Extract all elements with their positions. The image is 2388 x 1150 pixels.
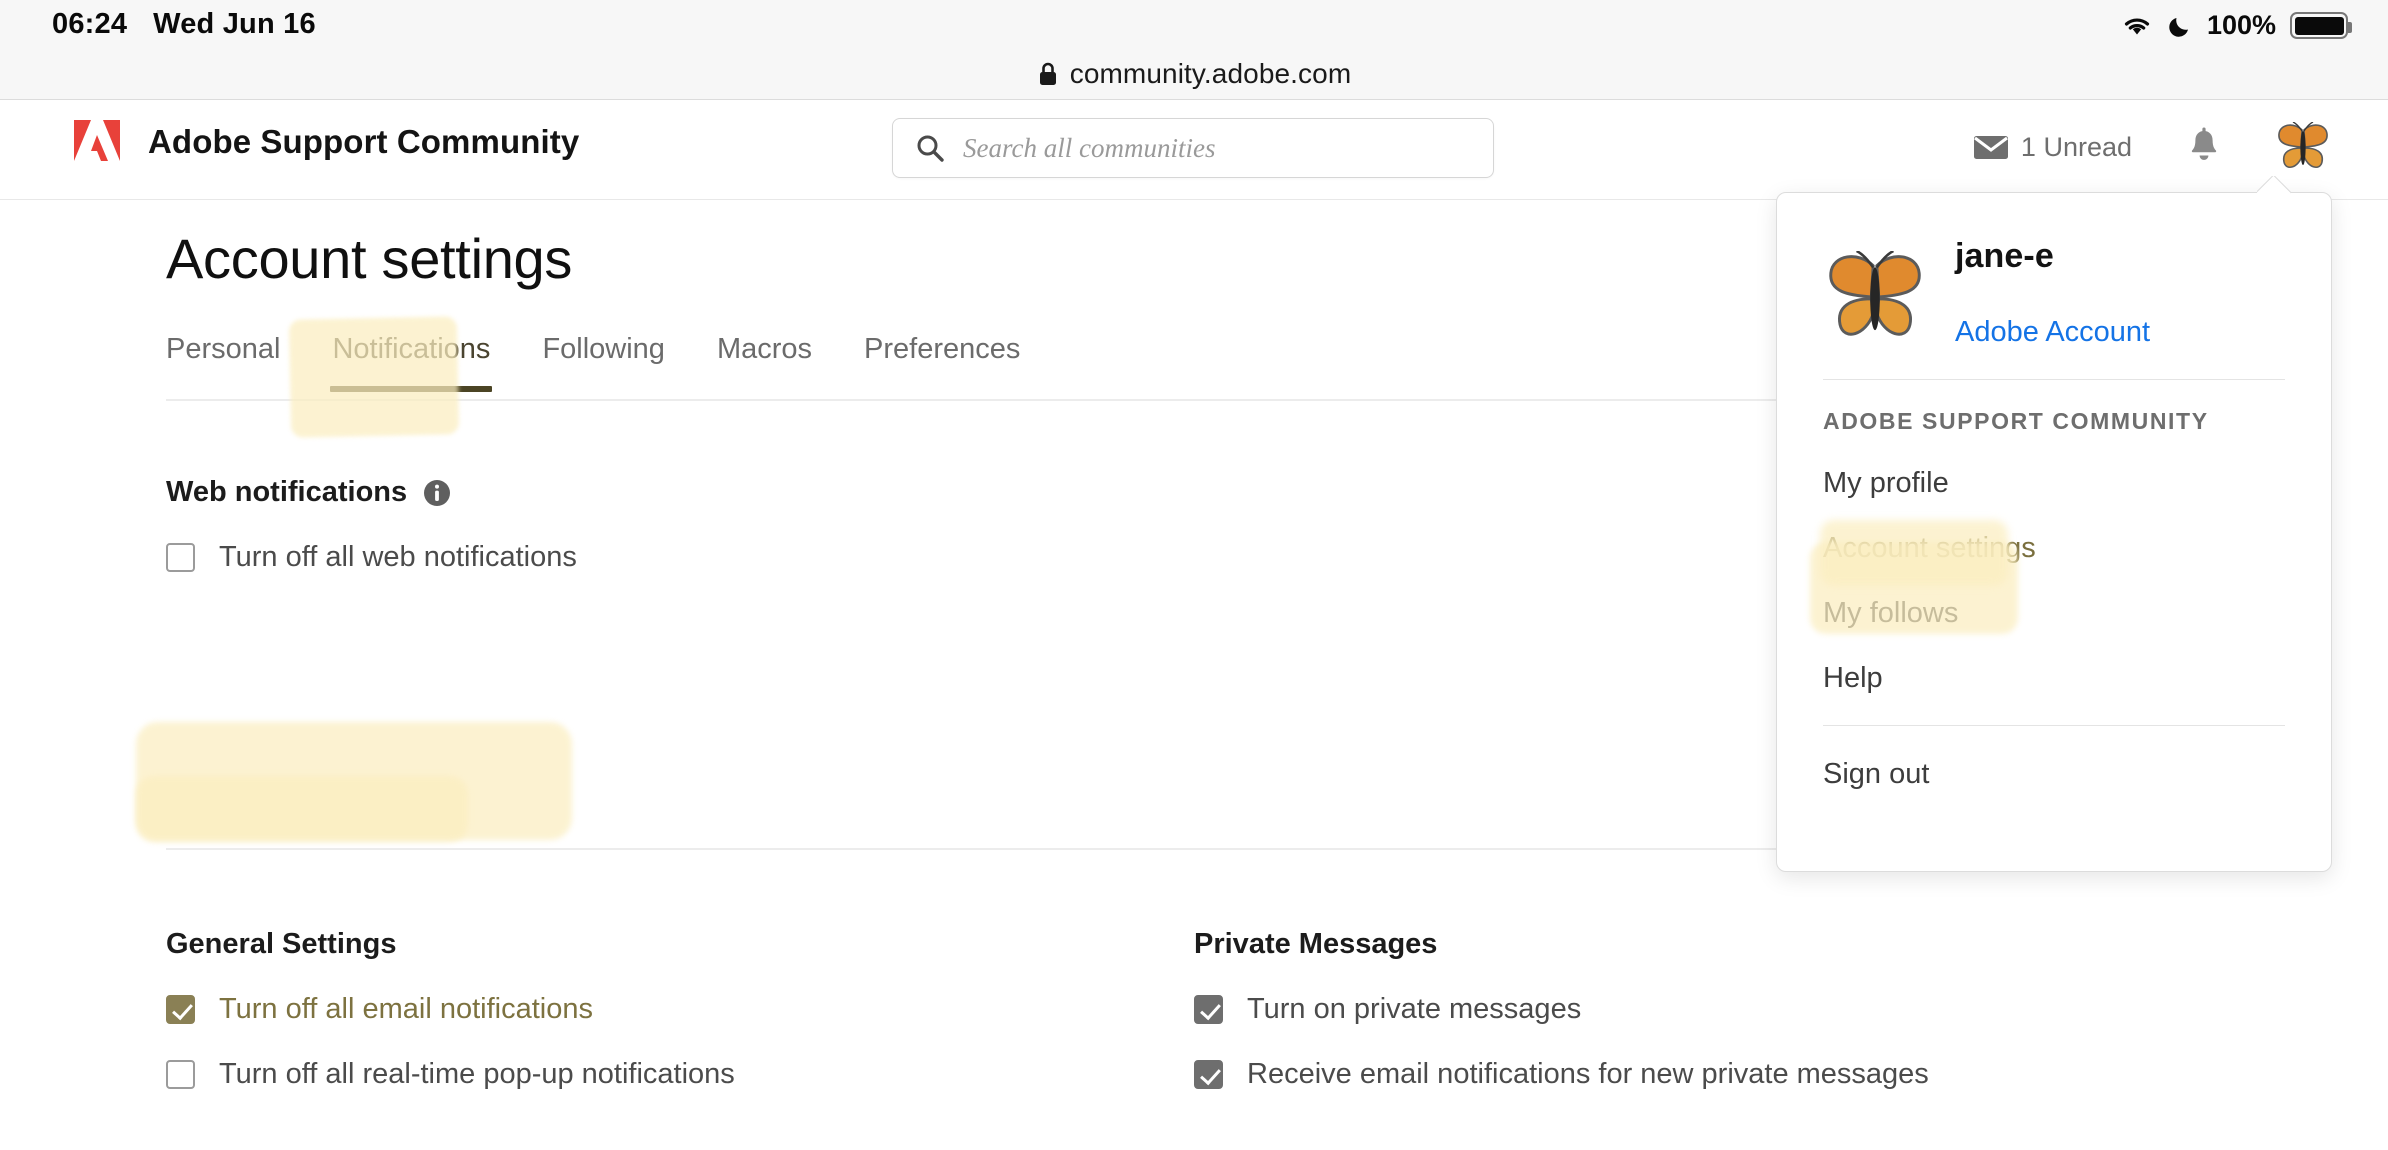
checkbox-row-turn-off-web[interactable]: Turn off all web notifications	[166, 541, 577, 574]
butterfly-avatar-icon	[1823, 251, 1927, 343]
tabs-divider	[166, 399, 1918, 401]
account-menu-dropdown: jane-e Adobe Account ADOBE SUPPORT COMMU…	[1776, 192, 2332, 872]
status-bar-right: 100%	[2121, 10, 2348, 41]
page-title: Account settings	[166, 226, 572, 291]
tab-following[interactable]: Following	[516, 333, 691, 392]
tab-personal[interactable]: Personal	[166, 333, 306, 392]
section-divider	[166, 848, 1918, 850]
browser-url-bar[interactable]: community.adobe.com	[0, 48, 2388, 100]
menu-item-account-settings[interactable]: Account settings	[1777, 532, 2331, 565]
lock-icon	[1037, 61, 1059, 87]
moon-icon	[2167, 13, 2193, 39]
status-time: 06:24	[52, 8, 127, 41]
header-actions: 1 Unread	[1973, 122, 2330, 172]
brand-name: Adobe Support Community	[148, 123, 579, 161]
account-username: jane-e	[1955, 237, 2150, 276]
checkbox-row-turn-on-pm[interactable]: Turn on private messages	[1194, 993, 1929, 1026]
envelope-icon	[1973, 134, 2009, 161]
web-notifications-heading: Web notifications	[166, 476, 577, 509]
battery-full-icon	[2290, 12, 2348, 39]
info-icon[interactable]	[423, 479, 451, 507]
general-settings-section: General Settings Turn off all email noti…	[166, 928, 735, 1091]
tab-preferences[interactable]: Preferences	[838, 333, 1046, 392]
general-settings-heading: General Settings	[166, 928, 735, 961]
account-menu-header: jane-e Adobe Account	[1777, 193, 2331, 349]
search-icon	[915, 133, 945, 163]
adobe-logo-icon	[74, 120, 120, 164]
private-messages-section: Private Messages Turn on private message…	[1194, 928, 1929, 1150]
butterfly-avatar-icon[interactable]	[2276, 122, 2330, 172]
highlighter-mark-email-notifications	[136, 776, 468, 842]
checkbox-label-turn-on-private-messages: Turn on private messages	[1247, 993, 1581, 1026]
tab-macros[interactable]: Macros	[691, 333, 838, 392]
checkbox-label-turn-off-web-notifications: Turn off all web notifications	[219, 541, 577, 574]
highlighter-mark-general-settings	[136, 722, 572, 840]
ios-status-bar: 06:24 Wed Jun 16 100%	[0, 0, 2388, 48]
checkbox-turn-on-private-messages[interactable]	[1194, 995, 1223, 1024]
checkbox-turn-off-web-notifications[interactable]	[166, 543, 195, 572]
battery-percent: 100%	[2207, 10, 2276, 41]
checkbox-row-turn-off-popup[interactable]: Turn off all real-time pop-up notificati…	[166, 1058, 735, 1091]
url-text: community.adobe.com	[1070, 58, 1352, 90]
checkbox-row-receive-pm-email[interactable]: Receive email notifications for new priv…	[1194, 1058, 1929, 1091]
checkbox-turn-off-all-email-notifications[interactable]	[166, 995, 195, 1024]
brand[interactable]: Adobe Support Community	[74, 120, 579, 164]
checkbox-row-turn-off-email[interactable]: Turn off all email notifications	[166, 993, 735, 1026]
checkbox-turn-off-all-realtime-popup-notifications[interactable]	[166, 1060, 195, 1089]
menu-item-help[interactable]: Help	[1777, 662, 2331, 695]
status-bar-left: 06:24 Wed Jun 16	[52, 8, 316, 41]
menu-item-my-follows[interactable]: My follows	[1777, 597, 2331, 630]
private-messages-heading: Private Messages	[1194, 928, 1929, 961]
account-menu-section-label: ADOBE SUPPORT COMMUNITY	[1777, 380, 2331, 435]
dropdown-caret-icon	[2257, 176, 2291, 194]
checkbox-receive-email-for-new-private-messages[interactable]	[1194, 1060, 1223, 1089]
search-placeholder: Search all communities	[963, 133, 1215, 164]
adobe-account-link[interactable]: Adobe Account	[1955, 316, 2150, 349]
web-notifications-section: Web notifications Turn off all web notif…	[166, 476, 577, 574]
status-date: Wed Jun 16	[153, 8, 316, 41]
bell-icon[interactable]	[2186, 127, 2222, 167]
unread-messages-button[interactable]: 1 Unread	[1973, 132, 2132, 163]
tab-notifications[interactable]: Notifications	[306, 333, 516, 392]
account-menu-divider-2	[1823, 725, 2285, 726]
search-input[interactable]: Search all communities	[892, 118, 1494, 178]
unread-label: 1 Unread	[2021, 132, 2132, 163]
checkbox-label-receive-email-for-new-private-messages: Receive email notifications for new priv…	[1247, 1058, 1929, 1091]
checkbox-label-turn-off-all-email-notifications: Turn off all email notifications	[219, 993, 593, 1026]
screen: 06:24 Wed Jun 16 100% community.adobe.co…	[0, 0, 2388, 1150]
checkbox-label-turn-off-all-realtime-popup-notifications: Turn off all real-time pop-up notificati…	[219, 1058, 735, 1091]
account-menu-identity: jane-e Adobe Account	[1955, 237, 2150, 349]
web-notifications-heading-text: Web notifications	[166, 476, 407, 509]
settings-tabs: Personal Notifications Following Macros …	[166, 333, 1046, 392]
menu-item-my-profile[interactable]: My profile	[1777, 467, 2331, 500]
wifi-icon	[2121, 14, 2153, 38]
menu-item-sign-out[interactable]: Sign out	[1777, 758, 2331, 791]
